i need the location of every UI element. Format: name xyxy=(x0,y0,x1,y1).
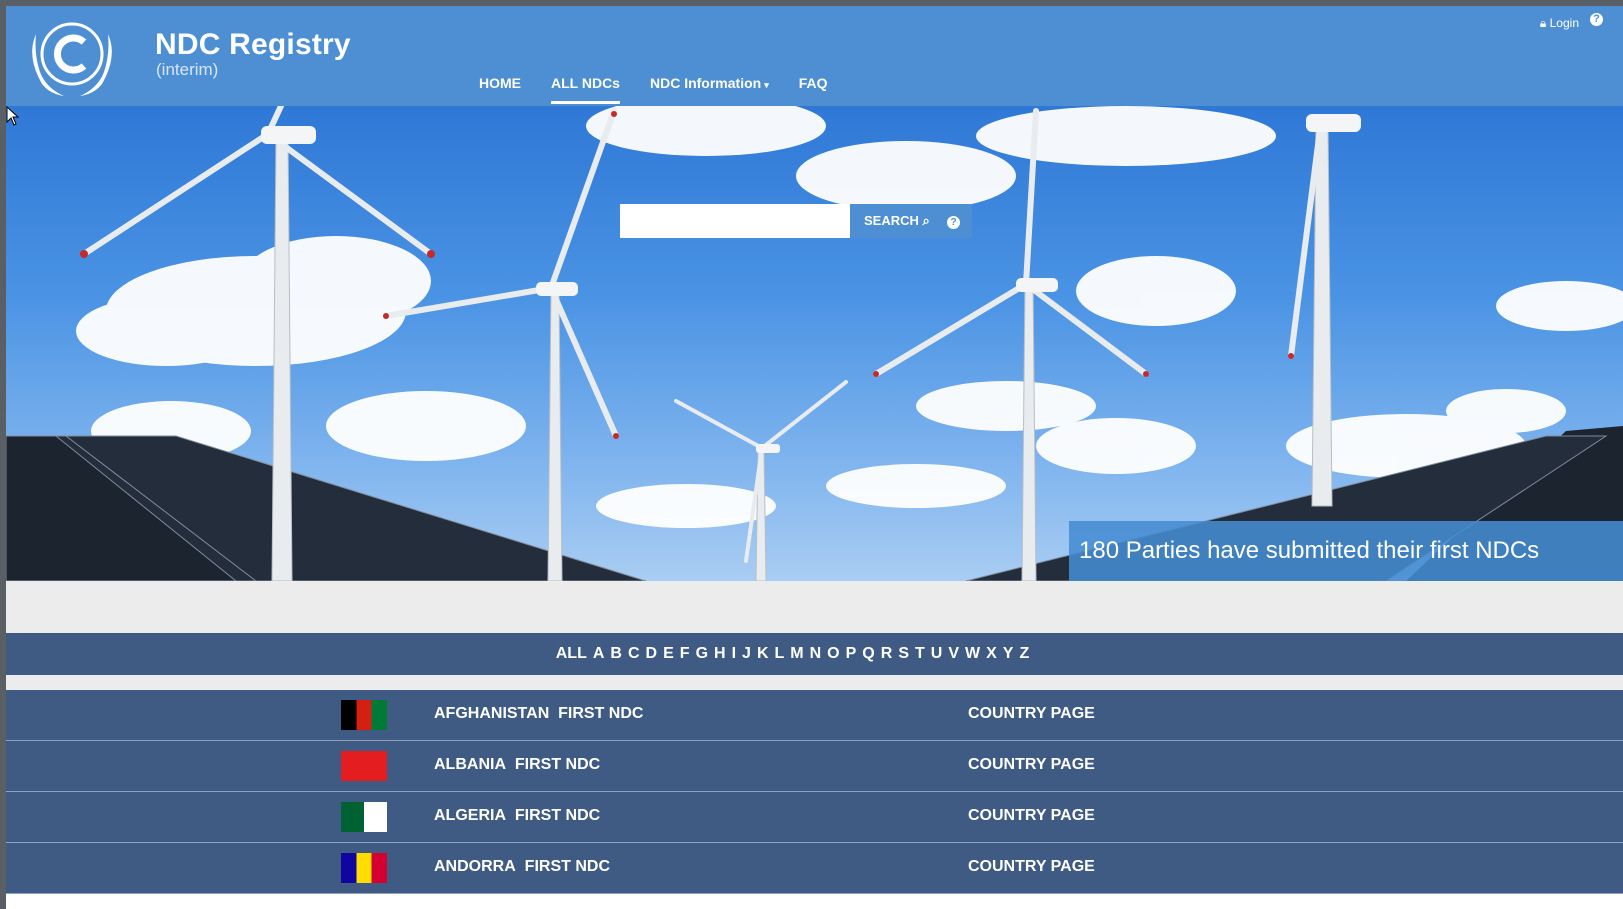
alphabet-letter-j[interactable]: J xyxy=(739,645,754,663)
alphabet-letter-s[interactable]: S xyxy=(895,645,912,663)
alphabet-letter-q[interactable]: Q xyxy=(859,645,877,663)
flag-icon xyxy=(341,853,387,883)
country-page-link[interactable]: COUNTRY PAGE xyxy=(968,690,1095,738)
alphabet-letter-d[interactable]: D xyxy=(643,645,661,663)
help-icon[interactable]: ? xyxy=(1590,13,1603,26)
hero-banner: SEARCH ⌕ ? 180 Parties have submitted th… xyxy=(6,106,1623,581)
nav-ndc-information-label: NDC Information xyxy=(649,75,762,91)
login-link[interactable]: 🔒︎ Login xyxy=(1540,16,1579,31)
nav-home[interactable]: HOME xyxy=(464,68,536,104)
site-header: NDC Registry (interim) HOME ALL NDCs NDC… xyxy=(6,6,1623,106)
country-row: ANDORRA FIRST NDC COUNTRY PAGE xyxy=(6,843,1623,894)
nav-faq-label: FAQ xyxy=(798,75,828,91)
country-page-link[interactable]: COUNTRY PAGE xyxy=(968,792,1095,840)
alphabet-letter-t[interactable]: T xyxy=(912,645,928,663)
caret-down-icon: ▾ xyxy=(764,80,769,90)
search-input[interactable] xyxy=(620,204,850,238)
lock-icon: 🔒︎ xyxy=(1539,16,1547,30)
flag-icon xyxy=(341,751,387,781)
nav-home-label: HOME xyxy=(479,75,521,91)
alphabet-letter-i[interactable]: I xyxy=(729,645,739,663)
flag-icon xyxy=(341,700,387,730)
ndc-label: FIRST NDC xyxy=(514,756,601,773)
alphabet-letter-n[interactable]: N xyxy=(807,645,825,663)
unfccc-logo[interactable] xyxy=(22,14,122,98)
spacer xyxy=(6,581,1623,633)
alphabet-letter-p[interactable]: P xyxy=(843,645,860,663)
separator xyxy=(506,807,515,824)
nav-all-ndcs[interactable]: ALL NDCs xyxy=(536,68,635,104)
alphabet-letters: ALL A B C D E F G H I J K L M N O P Q R S T U V W X Y Z xyxy=(553,645,1032,663)
alphabet-letter-a[interactable]: A xyxy=(590,645,608,663)
alphabet-letter-c[interactable]: C xyxy=(625,645,643,663)
search-help-icon[interactable]: ? xyxy=(947,216,960,229)
ndc-label: FIRST NDC xyxy=(524,858,610,875)
hero-image xyxy=(6,106,1623,581)
country-page-link[interactable]: COUNTRY PAGE xyxy=(968,843,1095,891)
ndc-link[interactable]: ANDORRA FIRST NDC xyxy=(434,843,610,891)
alphabet-letter-y[interactable]: Y xyxy=(1000,645,1017,663)
alphabet-letter-k[interactable]: K xyxy=(754,645,772,663)
flag-icon xyxy=(341,802,387,832)
separator xyxy=(506,756,515,773)
ndc-label: FIRST NDC xyxy=(558,705,644,722)
ndc-label: FIRST NDC xyxy=(514,807,601,824)
country-name: ANDORRA xyxy=(434,858,516,875)
alphabet-letter-f[interactable]: F xyxy=(677,645,693,663)
country-row: AFGHANISTAN FIRST NDC COUNTRY PAGE xyxy=(6,690,1623,741)
site-subtitle: (interim) xyxy=(156,60,219,79)
alphabet-letter-m[interactable]: M xyxy=(787,645,806,663)
ndc-link[interactable]: ALBANIA FIRST NDC xyxy=(434,741,600,789)
country-name: AFGHANISTAN xyxy=(434,705,550,722)
ndc-link[interactable]: ALGERIA FIRST NDC xyxy=(434,792,600,840)
alphabet-letter-e[interactable]: E xyxy=(660,645,677,663)
alphabet-letter-l[interactable]: L xyxy=(772,645,788,663)
page: NDC Registry (interim) HOME ALL NDCs NDC… xyxy=(6,6,1623,909)
ndc-count-banner: 180 Parties have submitted their first N… xyxy=(1069,521,1623,581)
alphabet-letter-w[interactable]: W xyxy=(962,645,983,663)
separator xyxy=(549,705,558,722)
alphabet-filter: ALL A B C D E F G H I J K L M N O P Q R S T U V W X Y Z xyxy=(6,633,1623,675)
country-name: ALGERIA xyxy=(434,807,506,824)
country-name: ALBANIA xyxy=(434,756,506,773)
nav-faq[interactable]: FAQ xyxy=(784,68,843,104)
alphabet-letter-x[interactable]: X xyxy=(983,645,1000,663)
alphabet-letter-o[interactable]: O xyxy=(824,645,842,663)
alphabet-letter-g[interactable]: G xyxy=(693,645,711,663)
alphabet-letter-r[interactable]: R xyxy=(878,645,896,663)
country-list: AFGHANISTAN FIRST NDC COUNTRY PAGE ALBANIA… xyxy=(6,690,1623,894)
alphabet-letter-b[interactable]: B xyxy=(607,645,625,663)
login-label: Login xyxy=(1549,16,1579,30)
nav-ndc-information[interactable]: NDC Information ▾ xyxy=(635,68,784,104)
alphabet-letter-all[interactable]: ALL xyxy=(553,645,590,663)
alphabet-letter-h[interactable]: H xyxy=(711,645,729,663)
main-nav: HOME ALL NDCs NDC Information ▾ FAQ xyxy=(464,68,843,104)
alphabet-letter-v[interactable]: V xyxy=(945,645,962,663)
site-title[interactable]: NDC Registry xyxy=(155,28,351,62)
alphabet-letter-u[interactable]: U xyxy=(928,645,946,663)
search-button-label: SEARCH xyxy=(864,213,919,228)
mouse-cursor-icon xyxy=(6,106,20,126)
spacer xyxy=(6,675,1623,690)
country-row: ALBANIA FIRST NDC COUNTRY PAGE xyxy=(6,741,1623,792)
ndc-link[interactable]: AFGHANISTAN FIRST NDC xyxy=(434,690,643,738)
alphabet-letter-z[interactable]: Z xyxy=(1016,645,1032,663)
nav-all-ndcs-label: ALL NDCs xyxy=(551,75,620,91)
country-page-link[interactable]: COUNTRY PAGE xyxy=(968,741,1095,789)
separator xyxy=(516,858,525,875)
country-row: ALGERIA FIRST NDC COUNTRY PAGE xyxy=(6,792,1623,843)
search-icon: ⌕ xyxy=(922,213,930,228)
